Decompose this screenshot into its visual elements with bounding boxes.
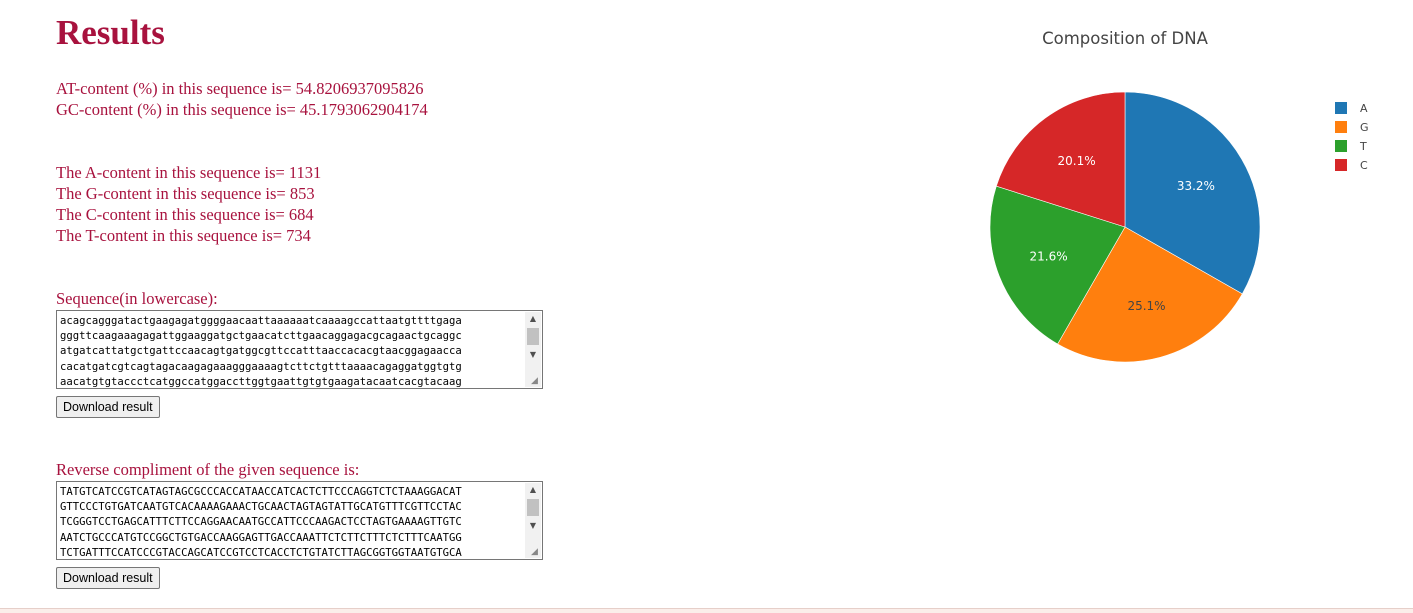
scroll-down-arrow-icon[interactable]: ▼ [525, 348, 541, 362]
at-content-text: AT-content (%) in this sequence is= 54.8… [56, 79, 424, 98]
sequence-label: Sequence(in lowercase): [56, 289, 218, 308]
legend-swatch-g[interactable] [1335, 121, 1347, 133]
reverse-complement-textarea[interactable]: TATGTCATCCGTCATAGTAGCGCCCACCATAACCATCACT… [56, 481, 543, 560]
legend-label-c[interactable]: C [1360, 159, 1368, 172]
scroll-down-arrow-icon[interactable]: ▼ [525, 519, 541, 533]
pie-percent-label-a: 33.2% [1177, 179, 1215, 193]
download-reverse-complement-button[interactable]: Download result [56, 567, 160, 589]
legend-label-g[interactable]: G [1360, 121, 1369, 134]
pie-percent-label-t: 21.6% [1030, 250, 1068, 264]
a-content-text: The A-content in this sequence is= 1131 [56, 163, 322, 182]
reverse-complement-label: Reverse compliment of the given sequence… [56, 460, 360, 479]
scroll-up-arrow-icon[interactable]: ▲ [525, 483, 541, 497]
gc-content-text: GC-content (%) in this sequence is= 45.1… [56, 100, 428, 119]
download-sequence-button[interactable]: Download result [56, 396, 160, 418]
scroll-thumb[interactable] [527, 499, 539, 516]
pie-chart-svg: Composition of DNA 33.2% 25.1% 21.6% 20.1% AG… [989, 29, 1369, 363]
scroll-up-arrow-icon[interactable]: ▲ [525, 312, 541, 326]
page-bottom-border [0, 608, 1413, 613]
results-title: Results [56, 13, 165, 52]
chart-title: Composition of DNA [1042, 29, 1208, 48]
t-content-text: The T-content in this sequence is= 734 [56, 226, 311, 245]
pie-percent-label-g: 25.1% [1127, 299, 1165, 313]
sequence-textarea[interactable]: acagcagggatactgaagagatggggaacaattaaaaaat… [56, 310, 543, 389]
c-content-text: The C-content in this sequence is= 684 [56, 205, 314, 224]
legend-label-t[interactable]: T [1359, 140, 1367, 153]
dna-composition-chart: Composition of DNA 33.2% 25.1% 21.6% 20.1% A G… [960, 0, 1413, 400]
resize-grip-icon[interactable]: ◢ [531, 548, 540, 557]
pie-percent-label-c: 20.1% [1058, 154, 1096, 168]
reverse-complement-text: TATGTCATCCGTCATAGTAGCGCCCACCATAACCATCACT… [60, 486, 462, 559]
resize-grip-icon[interactable]: ◢ [531, 377, 540, 386]
legend-swatch-c[interactable] [1335, 159, 1347, 171]
legend-swatch-a[interactable] [1335, 102, 1347, 114]
sequence-text: acagcagggatactgaagagatggggaacaattaaaaaat… [60, 315, 462, 388]
g-content-text: The G-content in this sequence is= 853 [56, 184, 315, 203]
scroll-thumb[interactable] [527, 328, 539, 345]
legend-swatch-t[interactable] [1335, 140, 1347, 152]
legend-label-a[interactable]: A [1360, 102, 1368, 115]
